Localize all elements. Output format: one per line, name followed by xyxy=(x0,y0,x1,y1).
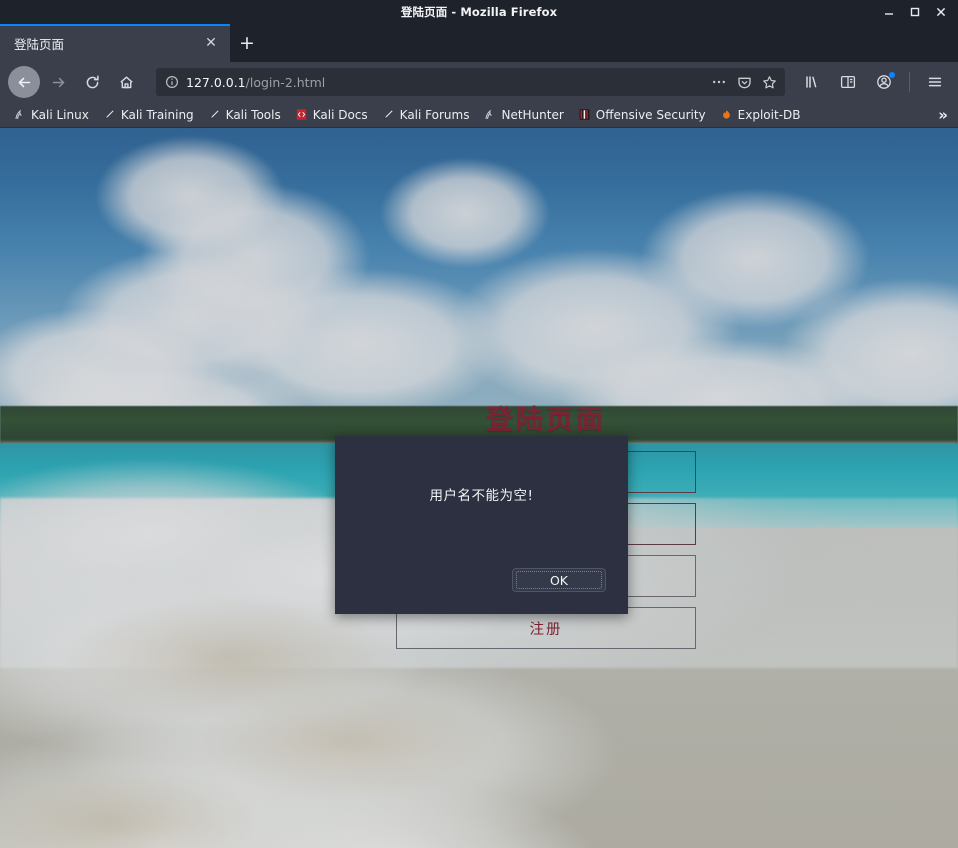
forward-button[interactable] xyxy=(42,66,74,98)
account-notification-dot xyxy=(889,72,895,78)
new-tab-button[interactable]: + xyxy=(230,24,264,62)
alert-dialog: 用户名不能为空! OK xyxy=(335,436,628,614)
offsec-icon xyxy=(578,108,591,121)
firefox-window: 登陆页面 - Mozilla Firefox 登陆页面 ✕ + 127.0.0.… xyxy=(0,0,958,848)
window-title: 登陆页面 - Mozilla Firefox xyxy=(400,5,558,19)
close-icon[interactable] xyxy=(934,5,948,19)
info-icon[interactable] xyxy=(165,75,179,89)
bookmark-label: NetHunter xyxy=(501,107,564,122)
bookmark-kali-docs[interactable]: Kali Docs xyxy=(288,106,375,124)
home-button[interactable] xyxy=(110,66,142,98)
bookmark-label: Exploit-DB xyxy=(737,107,801,122)
kali-dragon-icon xyxy=(483,108,496,121)
window-controls xyxy=(882,0,954,24)
alert-message: 用户名不能为空! xyxy=(429,488,534,504)
url-host: 127.0.0.1 xyxy=(186,74,246,90)
back-button[interactable] xyxy=(8,66,40,98)
toolbar-divider xyxy=(909,72,910,92)
star-icon[interactable] xyxy=(762,75,777,90)
bookmark-label: Kali Linux xyxy=(31,107,89,122)
tab-close-icon[interactable]: ✕ xyxy=(202,34,220,52)
bookmark-nethunter[interactable]: NetHunter xyxy=(476,106,570,124)
library-icon[interactable] xyxy=(797,67,827,97)
bookmark-kali-forums[interactable]: Kali Forums xyxy=(375,106,477,124)
url-action-icons xyxy=(711,75,779,90)
bookmark-label: Kali Forums xyxy=(399,107,470,122)
bookmark-label: Kali Training xyxy=(120,107,194,122)
flame-icon xyxy=(720,108,733,121)
url-text[interactable]: 127.0.0.1/login-2.html xyxy=(186,75,704,90)
account-icon[interactable] xyxy=(869,67,899,97)
tab-login-page[interactable]: 登陆页面 ✕ xyxy=(0,24,230,62)
bookmark-label: Offensive Security xyxy=(595,107,706,122)
bookmark-label: Kali Tools xyxy=(225,107,281,122)
minimize-icon[interactable] xyxy=(882,5,896,19)
pencil-icon xyxy=(208,108,221,121)
bookmarks-overflow-button[interactable]: » xyxy=(934,106,952,124)
alert-actions: OK xyxy=(335,568,628,614)
bookmark-kali-training[interactable]: Kali Training xyxy=(96,106,201,124)
bookmarks-bar: Kali Linux Kali Training Kali Tools Kali… xyxy=(0,102,958,128)
pencil-icon xyxy=(103,108,116,121)
bookmark-label: Kali Docs xyxy=(312,107,368,122)
ellipsis-icon[interactable] xyxy=(711,75,727,89)
tab-strip: 登陆页面 ✕ + xyxy=(0,24,958,62)
bookmark-kali-linux[interactable]: Kali Linux xyxy=(6,106,96,124)
page-viewport: 登陆页面 登录 注册 用户名不能为空! OK xyxy=(0,128,958,848)
bookmark-kali-tools[interactable]: Kali Tools xyxy=(201,106,288,124)
menu-icon[interactable] xyxy=(920,67,950,97)
kali-dragon-icon xyxy=(13,108,26,121)
alert-ok-button[interactable]: OK xyxy=(512,568,606,592)
navigation-toolbar: 127.0.0.1/login-2.html xyxy=(0,62,958,102)
pencil-icon xyxy=(382,108,395,121)
bookmark-exploit-db[interactable]: Exploit-DB xyxy=(713,106,808,124)
reload-button[interactable] xyxy=(76,66,108,98)
maximize-icon[interactable] xyxy=(908,5,922,19)
kali-docs-icon xyxy=(295,108,308,121)
url-bar[interactable]: 127.0.0.1/login-2.html xyxy=(156,68,785,96)
title-bar: 登陆页面 - Mozilla Firefox xyxy=(0,0,958,24)
pocket-icon[interactable] xyxy=(737,75,752,90)
sidebar-icon[interactable] xyxy=(833,67,863,97)
toolbar-right-icons xyxy=(797,67,950,97)
page-title: 登陆页面 xyxy=(486,405,606,436)
url-path: /login-2.html xyxy=(245,74,326,90)
bookmark-offensive-security[interactable]: Offensive Security xyxy=(571,106,713,124)
tab-label: 登陆页面 xyxy=(14,36,65,52)
